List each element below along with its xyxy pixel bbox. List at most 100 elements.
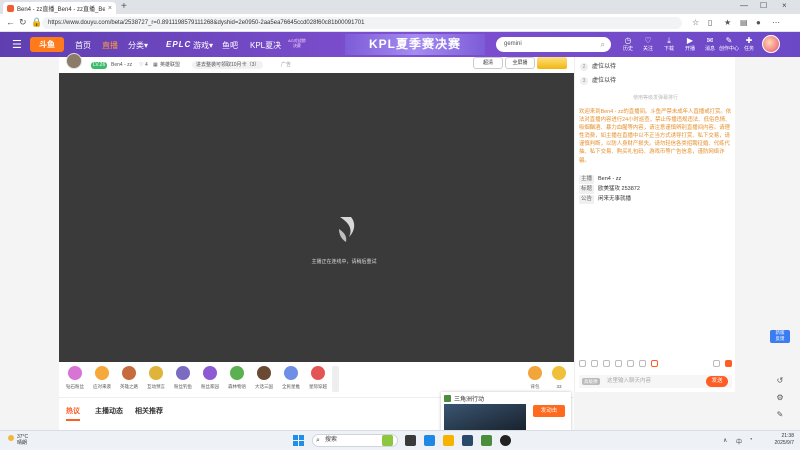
search-input[interactable]: gemini ⌕ — [496, 37, 611, 52]
image-icon[interactable] — [615, 360, 622, 367]
video-player[interactable]: 主播正在连线中，请稍后重试 — [59, 73, 574, 362]
gift-item[interactable]: 粉丝家园 — [196, 366, 224, 390]
file-explorer-icon[interactable] — [443, 435, 454, 446]
trophy-icon — [149, 366, 163, 380]
weather-widget[interactable]: 37°C 晴朗 — [8, 434, 28, 446]
settings-float-icon[interactable]: ⚙ — [774, 392, 786, 404]
douyu-logo[interactable]: 斗鱼 — [30, 37, 64, 52]
fan-home-icon — [203, 366, 217, 380]
popup-action-button[interactable]: 发动击 — [533, 405, 565, 417]
edit-float-icon[interactable]: ✎ — [774, 409, 786, 421]
collections-icon[interactable]: ▤ — [740, 18, 748, 27]
refresh-float-icon[interactable]: ↺ — [774, 375, 786, 387]
gift-item[interactable]: 应对来袭 — [88, 366, 116, 390]
flame-icon[interactable] — [725, 360, 732, 367]
menu-icon[interactable]: ☰ — [12, 38, 22, 51]
room-category[interactable]: 英雄联盟 — [160, 62, 180, 69]
gift-item[interactable]: 钻石粉丝 — [61, 366, 89, 390]
search-highlight-icon[interactable] — [382, 435, 393, 446]
user-avatar[interactable] — [762, 35, 780, 53]
minimize-icon[interactable]: — — [740, 1, 748, 10]
fullscreen-broadcast-button[interactable]: 全屏播 — [505, 57, 535, 69]
store-icon[interactable] — [462, 435, 473, 446]
chat-input[interactable]: 高级弹 这里输入聊天内容 发送 — [579, 375, 732, 388]
header-broadcast[interactable]: ▶ 开播 — [680, 35, 700, 53]
network-icon[interactable]: ◔ — [749, 437, 753, 443]
refresh-icon[interactable]: ↻ — [19, 17, 27, 28]
tab-hot[interactable]: 热议 — [66, 406, 80, 416]
browser-tab[interactable]: Ben4 - zz直播_Ben4 - zz直播_Ben × — [3, 2, 116, 14]
nav-yuba[interactable]: 鱼吧 — [222, 40, 238, 51]
nav-games[interactable]: 游戏▾ — [193, 40, 213, 51]
system-clock[interactable]: 21:38 2025/9/7 — [764, 433, 794, 447]
gift-item[interactable]: 森林物语 — [223, 366, 251, 390]
gift-item[interactable]: 大话三国 — [250, 366, 278, 390]
gift-item[interactable]: 英雄之路 — [115, 366, 143, 390]
header-tasks[interactable]: ✚ 任务 — [739, 35, 759, 53]
game-app-icon[interactable] — [481, 435, 492, 446]
edge-icon[interactable] — [424, 435, 435, 446]
header-follow[interactable]: ♡ 关注 — [638, 35, 658, 53]
red-packet-icon[interactable] — [651, 360, 658, 367]
event-badge[interactable]: AG对战狼 决赛 — [288, 38, 306, 48]
header-history[interactable]: ◷ 历史 — [618, 35, 638, 53]
maximize-icon[interactable]: ☐ — [760, 1, 767, 10]
search-icon[interactable]: ⌕ — [601, 37, 605, 52]
star-icon[interactable]: ☆ — [692, 18, 699, 27]
url-field[interactable]: https://www.douyu.com/beta/2538727_r=0.8… — [42, 17, 682, 29]
gift-item[interactable]: 全民星推 — [277, 366, 305, 390]
gift-item[interactable]: 粉丝钓鱼 — [169, 366, 197, 390]
task-view-icon[interactable] — [405, 435, 416, 446]
header-creator[interactable]: ✎ 创作中心 — [719, 35, 739, 53]
nav-kpl[interactable]: KPL夏决 — [250, 40, 281, 51]
fan-icon[interactable] — [591, 360, 598, 367]
anchor-avatar[interactable] — [66, 53, 82, 69]
card-icon[interactable] — [639, 360, 646, 367]
profile-icon[interactable]: ● — [756, 18, 761, 27]
rank-item[interactable]: 2 虚位以待 — [580, 61, 616, 71]
eplc-logo[interactable]: EPLC — [166, 40, 191, 49]
header-download[interactable]: ⤓ 下载 — [659, 35, 679, 53]
rank-link[interactable]: 使用等级发弹幕排行 — [575, 94, 736, 101]
header-messages[interactable]: ✉ 消息 — [700, 35, 720, 53]
tray-expand-icon[interactable]: ∧ — [723, 437, 727, 444]
tab-recommend[interactable]: 相关推荐 — [135, 406, 163, 416]
emoji-icon[interactable] — [579, 360, 586, 367]
tab-anchor-feed[interactable]: 主播动态 — [95, 406, 123, 416]
main-content: LV.26 Ben4 - zz ♡ 4 ▦ 英雄联盟 进去整袭可领取10月卡（3… — [59, 53, 574, 447]
rank-item[interactable]: 3 虚位以待 — [580, 75, 616, 85]
new-version-feedback[interactable]: 新版 反馈 — [770, 330, 790, 343]
split-screen-icon[interactable]: ▯ — [708, 18, 712, 27]
gift-item[interactable]: 星际穿越 — [304, 366, 332, 390]
tab-title: Ben4 - zz直播_Ben4 - zz直播_Ben — [17, 6, 105, 13]
color-icon[interactable] — [603, 360, 610, 367]
input-method[interactable]: 中 — [736, 437, 742, 446]
nav-home[interactable]: 首页 — [75, 40, 91, 51]
close-window-icon[interactable]: × — [782, 1, 787, 10]
nav-category[interactable]: 分类▾ — [128, 40, 148, 51]
notice-pill[interactable]: 进去整袭可领取10月卡（3） — [192, 61, 264, 69]
popup-title: 三角洲行动 — [454, 397, 485, 403]
favorites-icon[interactable]: ★ — [724, 18, 731, 27]
loading-spinner-icon — [339, 217, 355, 242]
new-tab-button[interactable]: + — [121, 1, 127, 12]
back-icon[interactable]: ← — [6, 17, 15, 27]
gift-item[interactable]: 互动预言 — [142, 366, 170, 390]
gift-scroll-arrow[interactable] — [332, 366, 339, 392]
close-tab-icon[interactable]: × — [108, 5, 112, 12]
like-count: 4 — [145, 62, 148, 68]
more-icon[interactable]: ⋯ — [772, 18, 780, 27]
windows-start-icon[interactable] — [293, 435, 304, 446]
anchor-name[interactable]: Ben4 - zz — [111, 62, 132, 69]
media-app-icon[interactable] — [500, 435, 511, 446]
fish-ball-button[interactable]: 33 — [545, 366, 573, 389]
gold-badge[interactable] — [537, 57, 567, 69]
kpl-banner[interactable]: KPL夏季赛决赛 — [345, 34, 485, 55]
send-button[interactable]: 发送 — [706, 376, 728, 387]
star-push-icon — [284, 366, 298, 380]
lock-chat-icon[interactable] — [713, 360, 720, 367]
active-tab-underline — [66, 419, 80, 421]
nav-live[interactable]: 直播 — [102, 40, 118, 51]
gift-icon[interactable] — [627, 360, 634, 367]
quality-button[interactable]: 超清 — [473, 57, 503, 69]
